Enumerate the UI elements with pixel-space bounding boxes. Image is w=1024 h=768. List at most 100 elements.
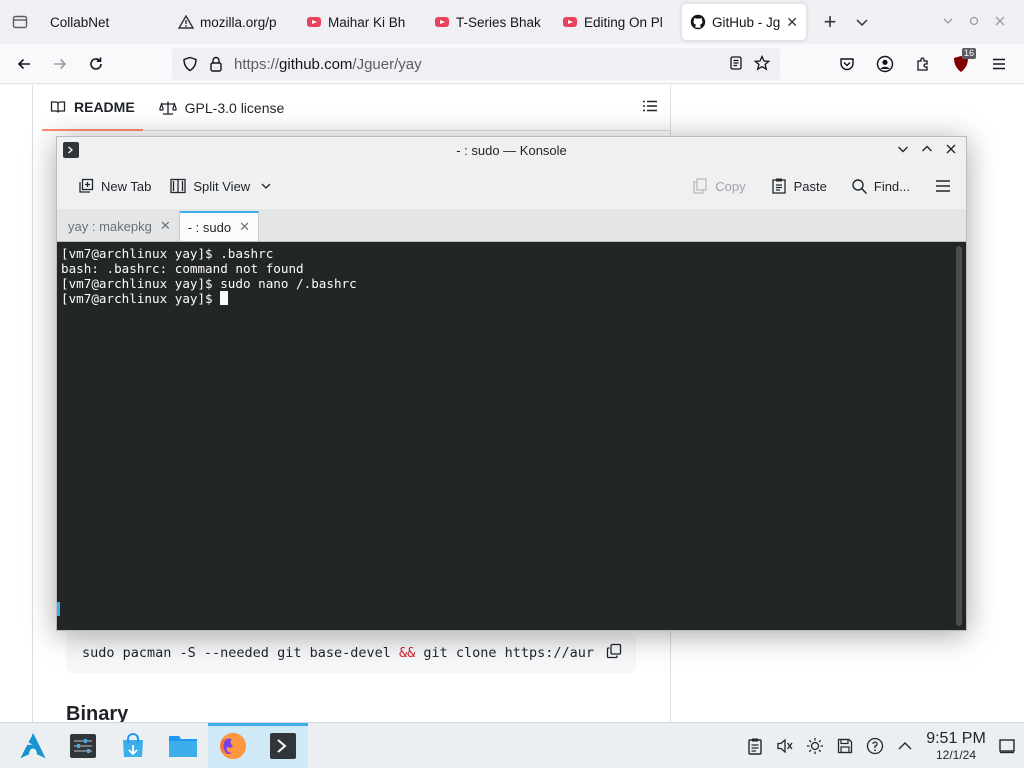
browser-tab-github[interactable]: GitHub - Jg ✕	[682, 4, 806, 40]
browser-tab-editing[interactable]: Editing On Pl	[554, 4, 682, 40]
tab-license[interactable]: GPL-3.0 license	[151, 85, 293, 131]
taskbar-discover[interactable]	[108, 723, 158, 768]
youtube-icon	[562, 14, 578, 30]
browser-tab-maihar[interactable]: Maihar Ki Bh	[298, 4, 426, 40]
plus-icon: +	[823, 9, 837, 34]
tracking-protection-icon[interactable]	[176, 56, 204, 72]
page-divider	[32, 85, 33, 722]
tray-expand-icon[interactable]	[894, 735, 916, 757]
tab-label: mozilla.org/p	[200, 14, 277, 30]
account-button[interactable]	[868, 48, 902, 80]
browser-tab-tseries[interactable]: T-Series Bhak	[426, 4, 554, 40]
close-button[interactable]	[942, 140, 960, 158]
application-launcher[interactable]	[8, 723, 58, 768]
konsole-tab-bar: yay : makepkg ✕ - : sudo ✕	[57, 209, 966, 242]
reader-view-icon[interactable]	[728, 55, 744, 74]
tab-label: Maihar Ki Bh	[328, 14, 406, 30]
terminal-line: bash: .bashrc: command not found	[61, 261, 304, 276]
tab-license-label: GPL-3.0 license	[184, 99, 285, 116]
menu-button[interactable]	[982, 48, 1016, 80]
find-button[interactable]: Find...	[845, 170, 916, 202]
save-disk-icon[interactable]	[834, 735, 856, 757]
ublock-button[interactable]: 16	[944, 48, 978, 80]
list-all-tabs-button[interactable]	[846, 6, 878, 38]
url-prefix: https://	[234, 55, 280, 73]
taskbar-file-manager[interactable]	[158, 723, 208, 768]
terminal-icon	[270, 732, 296, 759]
browser-tab-mozilla[interactable]: mozilla.org/p	[170, 4, 298, 40]
volume-muted-icon[interactable]	[774, 735, 796, 757]
law-scale-icon	[158, 101, 177, 115]
terminal-prompt: [vm7@archlinux yay]$	[61, 291, 221, 306]
terminal-output[interactable]: [vm7@archlinux yay]$ .bashrc bash: .bash…	[57, 242, 966, 630]
paste-button[interactable]: Paste	[764, 170, 833, 202]
back-button[interactable]	[6, 48, 42, 80]
clipboard-icon[interactable]	[744, 735, 766, 757]
tab-label: T-Series Bhak	[456, 14, 541, 30]
code-operator: &&	[398, 645, 416, 661]
tab-readme-label: README	[74, 98, 135, 115]
new-tab-button[interactable]: +	[814, 6, 846, 38]
window-controls	[942, 15, 1024, 30]
terminal-scrollbar[interactable]	[956, 246, 962, 626]
konsole-title-bar[interactable]: - : sudo — Konsole	[57, 137, 966, 163]
show-desktop-button[interactable]	[990, 737, 1024, 755]
paste-icon	[771, 178, 786, 194]
url-path: /Jguer/yay	[352, 55, 422, 73]
pocket-button[interactable]	[830, 48, 864, 80]
digital-clock[interactable]: 9:51 PM 12/1/24	[922, 730, 990, 762]
firefox-view-button[interactable]	[2, 4, 38, 40]
terminal-app-icon	[63, 142, 79, 158]
copy-button[interactable]: Copy	[685, 170, 751, 202]
lock-icon[interactable]	[204, 56, 228, 72]
new-tab-button[interactable]: New Tab	[71, 170, 157, 202]
extensions-button[interactable]	[906, 48, 940, 80]
bookmark-star-icon[interactable]	[753, 54, 771, 74]
tab-label: GitHub - Jg	[712, 14, 781, 30]
url-text[interactable]: https://github.com/Jguer/yay	[234, 56, 422, 73]
browser-nav-bar: https://github.com/Jguer/yay 16	[0, 44, 1024, 84]
forward-button[interactable]	[42, 48, 78, 80]
chevron-down-icon	[856, 19, 868, 27]
scroll-marker	[57, 602, 60, 616]
show-desktop-icon	[999, 738, 1015, 753]
chevron-up-icon	[922, 145, 932, 152]
help-icon[interactable]	[864, 735, 886, 757]
arrow-right-icon	[54, 58, 67, 69]
firefox-icon	[220, 732, 246, 759]
list-unordered-icon[interactable]	[642, 98, 658, 117]
copy-icon	[693, 178, 707, 194]
restore-icon[interactable]	[968, 15, 980, 30]
split-view-button[interactable]: Split View	[163, 170, 278, 202]
paste-label: Paste	[793, 178, 827, 194]
close-tab-icon[interactable]: ✕	[160, 218, 171, 234]
firefox-view-icon	[12, 15, 28, 29]
reload-button[interactable]	[78, 48, 114, 80]
minimize-icon[interactable]	[942, 15, 954, 30]
taskbar-firefox[interactable]	[208, 722, 258, 768]
taskbar-konsole[interactable]	[258, 722, 308, 768]
tab-sudo[interactable]: - : sudo ✕	[179, 211, 259, 241]
chevron-down-icon	[261, 183, 271, 189]
code-text: sudo pacman -S --needed git base-devel	[82, 645, 399, 661]
copy-label: Copy	[715, 178, 746, 194]
url-bar[interactable]: https://github.com/Jguer/yay	[172, 48, 780, 80]
tab-label: CollabNet	[50, 14, 110, 30]
maximize-button[interactable]	[918, 140, 936, 158]
tab-yay-makepkg[interactable]: yay : makepkg ✕	[60, 211, 180, 241]
search-icon	[852, 178, 867, 194]
puzzle-icon	[917, 57, 928, 71]
hamburger-menu-button[interactable]	[928, 170, 958, 202]
tab-readme[interactable]: README	[42, 85, 143, 131]
terminal-line: [vm7@archlinux yay]$ sudo nano /.bashrc	[61, 276, 357, 291]
konsole-toolbar: New Tab Split View Copy Paste Find...	[57, 163, 966, 209]
brightness-icon[interactable]	[804, 735, 826, 757]
minimize-button[interactable]	[894, 140, 912, 158]
close-tab-icon[interactable]: ✕	[239, 219, 250, 235]
close-window-icon[interactable]	[994, 15, 1006, 30]
close-tab-icon[interactable]: ✕	[786, 14, 798, 31]
tab-label: yay : makepkg	[68, 218, 152, 234]
browser-tab-collabnet[interactable]: CollabNet	[42, 4, 170, 40]
copy-icon[interactable]	[606, 643, 622, 663]
taskbar-system-settings[interactable]	[58, 723, 108, 768]
